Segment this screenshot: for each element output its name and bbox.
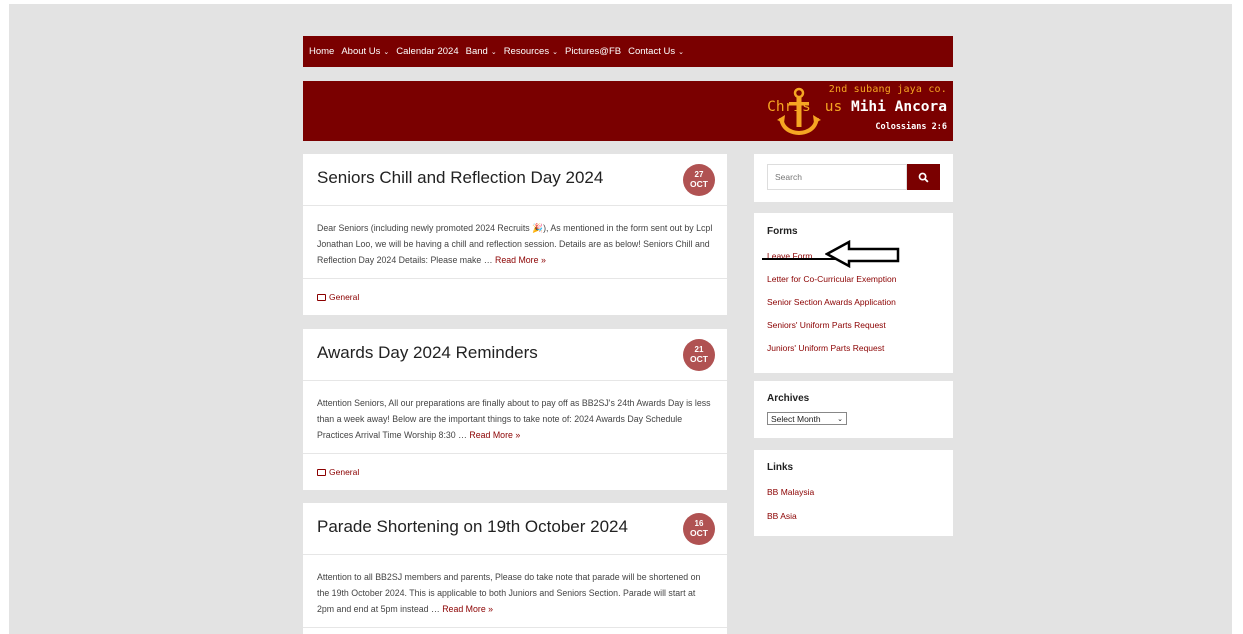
archives-widget: Archives Select Month ⌄ [754,381,953,438]
search-button[interactable] [907,164,940,190]
browser-viewport: Home About Us ⌄ Calendar 2024 Band ⌄ Resou… [9,4,1232,634]
folder-icon [317,293,326,301]
site-logo[interactable]: 2nd subang jaya co. Chris us Mihi Ancora … [737,84,947,140]
juniors-uniform-link[interactable]: Juniors' Uniform Parts Request [767,343,884,353]
widget-title: Forms [767,226,798,237]
post-excerpt: Attention to all BB2SJ members and paren… [303,555,727,628]
company-subtitle: 2nd subang jaya co. [828,84,947,95]
post-excerpt: Attention Seniors, All our preparations … [303,381,727,454]
co-curricular-exemption-link[interactable]: Letter for Co-Curricular Exemption [767,274,896,284]
nav-calendar[interactable]: Calendar 2024 [396,46,458,57]
main-nav: Home About Us ⌄ Calendar 2024 Band ⌄ Resou… [303,36,953,67]
nav-band[interactable]: Band ⌄ [466,46,497,57]
site-banner: 2nd subang jaya co. Chris us Mihi Ancora … [303,81,953,141]
post-card: Seniors Chill and Reflection Day 2024 27… [303,154,727,315]
widget-title: Archives [767,393,810,404]
bible-verse: Colossians 2:6 [875,122,947,132]
post-card: Awards Day 2024 Reminders 21 OCT Attentio… [303,329,727,490]
post-title[interactable]: Seniors Chill and Reflection Day 2024 [317,168,603,188]
search-input[interactable]: Search [767,164,907,190]
search-widget: Search [754,154,953,202]
post-title[interactable]: Parade Shortening on 19th October 2024 [317,517,628,537]
read-more-link[interactable]: Read More » [469,430,520,440]
nav-about-us[interactable]: About Us ⌄ [341,46,389,57]
post-date-badge: 21 OCT [683,339,715,371]
read-more-link[interactable]: Read More » [495,255,546,265]
post-date-badge: 16 OCT [683,513,715,545]
folder-icon [317,468,326,476]
chevron-down-icon: ⌄ [552,48,558,56]
motto: Chris us Mihi Ancora [767,99,947,115]
seniors-uniform-link[interactable]: Seniors' Uniform Parts Request [767,320,886,330]
bb-asia-link[interactable]: BB Asia [767,511,797,521]
nav-resources[interactable]: Resources ⌄ [504,46,558,57]
forms-widget: Forms Leave Form Letter for Co-Curricula… [754,213,953,373]
annotation-arrow-icon [825,240,900,268]
nav-contact-us[interactable]: Contact Us ⌄ [628,46,684,57]
nav-home[interactable]: Home [309,46,334,57]
chevron-down-icon: ⌄ [383,48,390,56]
awards-application-link[interactable]: Senior Section Awards Application [767,297,896,307]
post-excerpt: Dear Seniors (including newly promoted 2… [303,206,727,279]
search-icon [918,172,929,183]
chevron-down-icon: ⌄ [678,48,684,56]
read-more-link[interactable]: Read More » [442,604,493,614]
archive-month-select[interactable]: Select Month ⌄ [767,412,847,425]
links-widget: Links BB Malaysia BB Asia [754,450,953,536]
nav-pictures[interactable]: Pictures@FB [565,46,621,57]
post-date-badge: 27 OCT [683,164,715,196]
post-card: Parade Shortening on 19th October 2024 1… [303,503,727,634]
widget-title: Links [767,462,794,473]
chevron-down-icon: ⌄ [837,415,843,423]
post-category[interactable]: General [303,454,727,490]
post-title[interactable]: Awards Day 2024 Reminders [317,343,538,363]
post-category[interactable]: General [303,279,727,315]
chevron-down-icon: ⌄ [490,48,497,56]
bb-malaysia-link[interactable]: BB Malaysia [767,487,814,497]
